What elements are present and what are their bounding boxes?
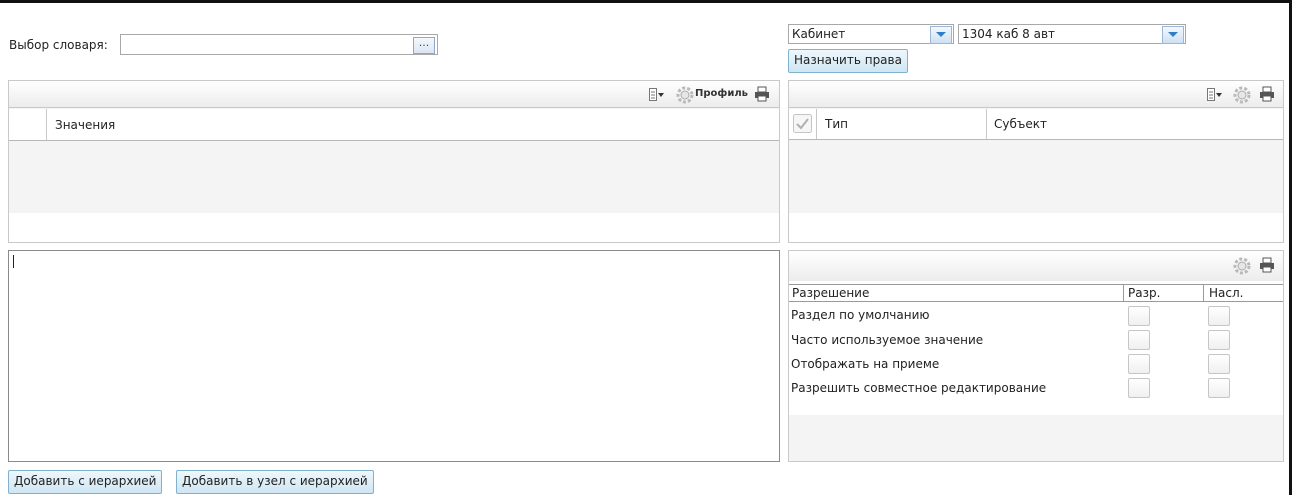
subjects-panel: Тип Субъект [788, 80, 1284, 243]
column-divider [986, 109, 987, 139]
permissions-grid-header: Разрешение Разр. Насл. [789, 284, 1283, 302]
column-header-values[interactable]: Значения [55, 118, 115, 132]
print-icon[interactable] [754, 86, 770, 102]
columns-menu-icon[interactable] [1207, 88, 1223, 102]
values-panel: Профиль Значения [8, 80, 780, 243]
column-divider [46, 109, 47, 140]
print-icon[interactable] [1259, 86, 1275, 102]
columns-menu-icon[interactable] [649, 88, 665, 102]
values-grid-footer [9, 213, 779, 242]
column-header-inherit[interactable]: Насл. [1209, 286, 1243, 300]
permission-name: Отображать на приеме [791, 357, 940, 371]
object-combo-dropdown[interactable] [1162, 26, 1184, 44]
print-icon[interactable] [1259, 257, 1275, 273]
subjects-grid-footer [789, 213, 1283, 242]
allow-checkbox[interactable] [1128, 330, 1150, 350]
column-divider [1123, 285, 1124, 301]
column-header-subject[interactable]: Субъект [994, 117, 1047, 131]
allow-checkbox[interactable] [1128, 354, 1150, 374]
assign-rights-button[interactable]: Назначить права [788, 49, 908, 73]
object-combo[interactable]: 1304 каб 8 авт [958, 24, 1186, 44]
column-divider [1203, 285, 1204, 301]
type-combo-value: Кабинет [792, 27, 846, 41]
add-with-hierarchy-button[interactable]: Добавить с иерархией [8, 470, 163, 494]
type-combo[interactable]: Кабинет [788, 24, 954, 44]
dictionary-field[interactable]: ... [120, 34, 438, 55]
dictionary-label: Выбор словаря: [9, 38, 108, 52]
gear-icon[interactable] [1233, 86, 1251, 104]
permission-row: Отображать на приеме [789, 353, 1283, 377]
gear-icon[interactable] [1233, 257, 1251, 275]
values-toolbar: Профиль [9, 81, 779, 108]
subjects-grid-header: Тип Субъект [789, 109, 1283, 140]
value-text-area[interactable] [8, 250, 780, 462]
permission-name: Часто используемое значение [791, 333, 984, 347]
profile-label[interactable]: Профиль [695, 88, 748, 99]
add-to-node-with-hierarchy-button[interactable]: Добавить в узел с иерархией [176, 470, 374, 494]
subjects-toolbar [789, 81, 1283, 108]
allow-checkbox[interactable] [1128, 378, 1150, 398]
permission-name: Раздел по умолчанию [791, 308, 930, 322]
chevron-down-icon [1168, 32, 1178, 37]
browse-label: ... [418, 36, 430, 49]
object-combo-value: 1304 каб 8 авт [962, 27, 1056, 41]
permission-row: Часто используемое значение [789, 329, 1283, 353]
column-header-type[interactable]: Тип [825, 117, 848, 131]
chevron-down-icon [936, 32, 946, 37]
column-header-allow[interactable]: Разр. [1128, 286, 1160, 300]
permissions-panel: Разрешение Разр. Насл. Раздел по умолчан… [788, 250, 1284, 462]
column-divider [816, 109, 817, 139]
gear-icon[interactable] [676, 86, 694, 104]
permission-row: Раздел по умолчанию [789, 305, 1283, 329]
permissions-toolbar [789, 251, 1283, 281]
values-grid-header: Значения [9, 109, 779, 141]
permission-row: Разрешить совместное редактирование [789, 377, 1283, 401]
inherit-checkbox[interactable] [1208, 378, 1230, 398]
select-all-check-icon[interactable] [793, 114, 813, 134]
text-cursor [13, 255, 14, 268]
browse-button[interactable]: ... [413, 37, 435, 54]
permission-name: Разрешить совместное редактирование [791, 381, 1047, 395]
inherit-checkbox[interactable] [1208, 306, 1230, 326]
type-combo-dropdown[interactable] [930, 26, 952, 44]
allow-checkbox[interactable] [1128, 306, 1150, 326]
permissions-grid: Разрешение Разр. Насл. Раздел по умолчан… [789, 281, 1283, 415]
column-header-permission[interactable]: Разрешение [792, 286, 869, 300]
inherit-checkbox[interactable] [1208, 354, 1230, 374]
inherit-checkbox[interactable] [1208, 330, 1230, 350]
